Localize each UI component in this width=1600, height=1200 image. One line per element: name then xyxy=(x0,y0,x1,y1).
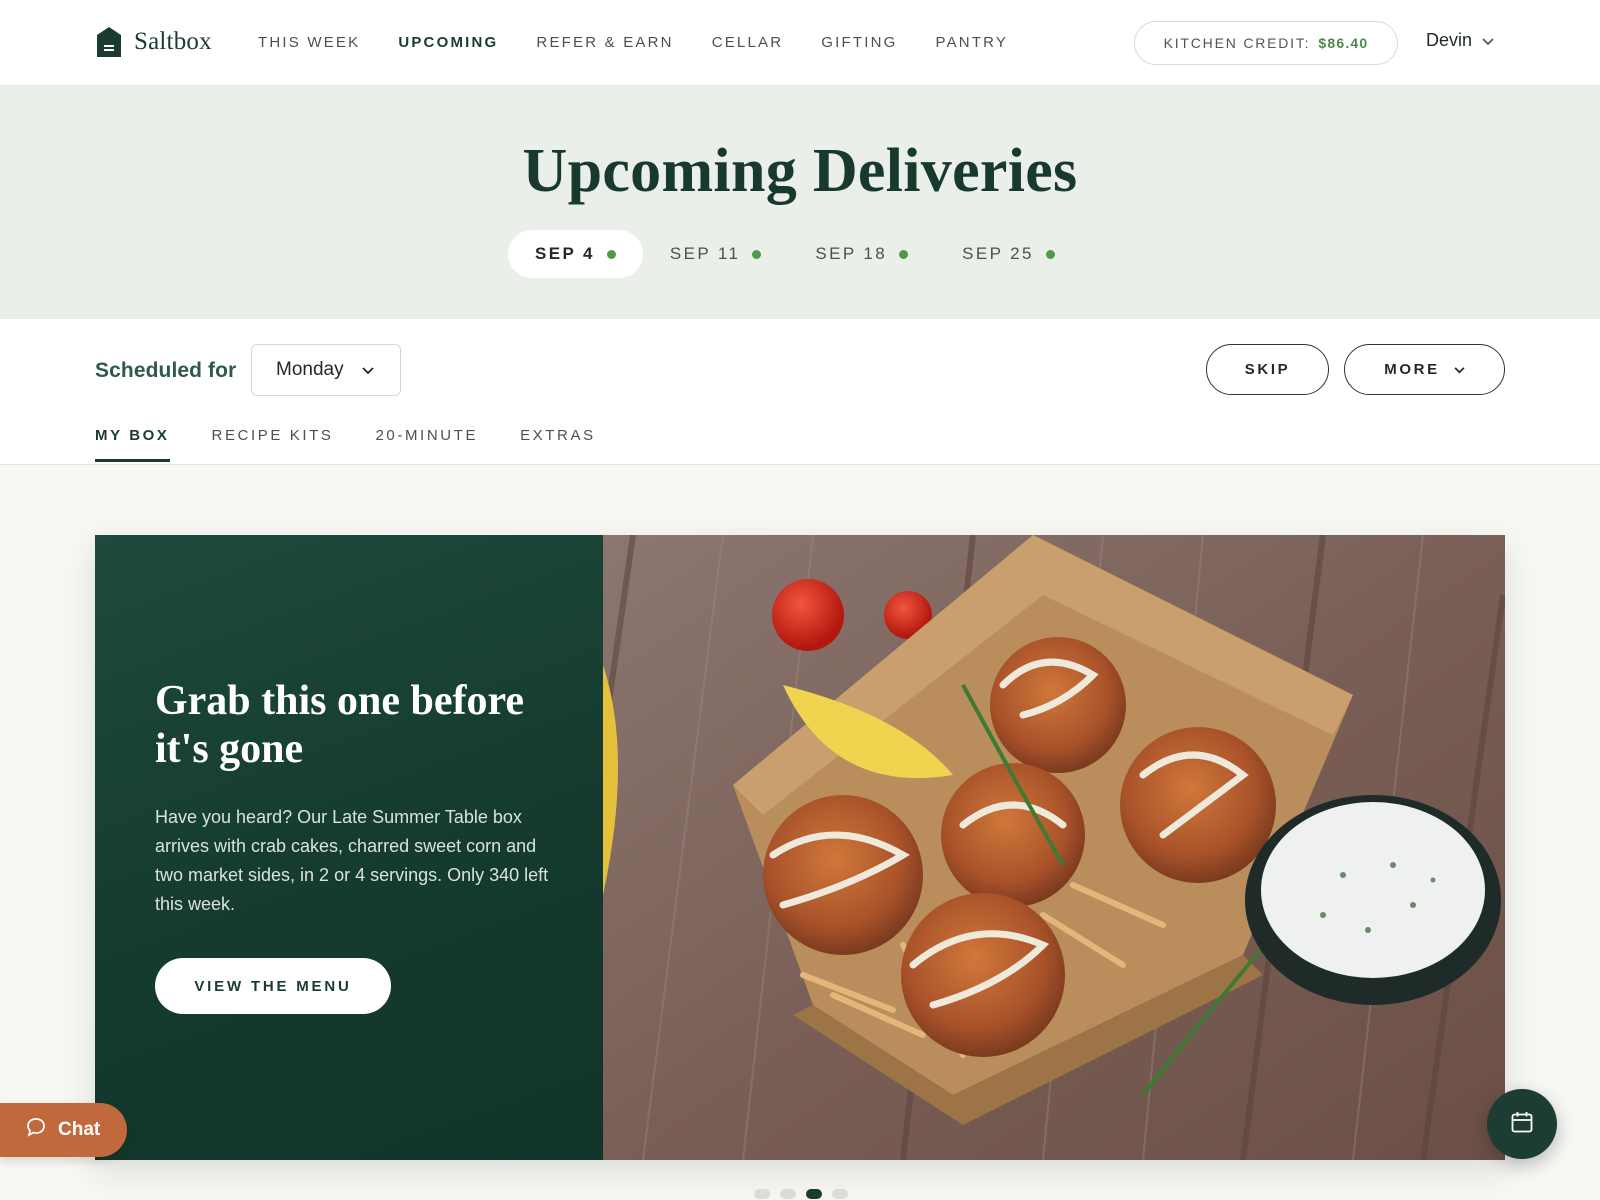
kitchen-credit-label: KITCHEN CREDIT: xyxy=(1163,35,1311,51)
scheduled-for-label: Scheduled for xyxy=(95,359,237,382)
user-menu[interactable]: Devin xyxy=(1426,30,1494,51)
nav-link-gifting[interactable]: GIFTING xyxy=(821,34,897,51)
tab-20-minute[interactable]: 20-MINUTE xyxy=(375,427,478,462)
skip-button-label: SKIP xyxy=(1244,361,1291,378)
more-button[interactable]: MORE xyxy=(1344,344,1505,395)
date-tab-sep-18[interactable]: SEP 18 xyxy=(788,230,935,278)
skip-button[interactable]: SKIP xyxy=(1206,344,1329,395)
nav-link-refer-earn[interactable]: REFER & EARN xyxy=(536,34,673,51)
more-button-label: MORE xyxy=(1384,361,1440,378)
chevron-down-icon xyxy=(1482,30,1494,51)
hero-band: Upcoming Deliveries SEP 4 SEP 11 SEP 18 … xyxy=(0,86,1600,319)
brand-logo[interactable]: Saltbox xyxy=(96,26,212,58)
chat-label: Chat xyxy=(58,1119,101,1140)
delivery-date-tabs: SEP 4 SEP 11 SEP 18 SEP 25 xyxy=(508,230,1082,278)
schedule-bar: Scheduled for Monday SKIP MORE MY BOX RE… xyxy=(0,319,1600,465)
chevron-down-icon xyxy=(1454,361,1465,378)
date-tab-label: SEP 4 xyxy=(535,244,595,263)
carousel-dot[interactable] xyxy=(754,1189,770,1199)
delivery-day-select[interactable]: Monday xyxy=(251,344,401,396)
tab-recipe-kits[interactable]: RECIPE KITS xyxy=(212,427,334,462)
nav-link-upcoming[interactable]: UPCOMING xyxy=(398,34,498,51)
house-logo-icon xyxy=(96,26,122,58)
main-nav: THIS WEEK UPCOMING REFER & EARN CELLAR G… xyxy=(258,34,1008,51)
tab-my-box[interactable]: MY BOX xyxy=(95,427,170,462)
date-tab-sep-25[interactable]: SEP 25 xyxy=(935,230,1082,278)
kitchen-credit-amount: $86.40 xyxy=(1318,35,1369,51)
tab-extras[interactable]: EXTRAS xyxy=(520,427,596,462)
date-tab-sep-4[interactable]: SEP 4 xyxy=(508,230,643,278)
promo-banner: Grab this one before it's gone Have you … xyxy=(95,535,1505,1160)
view-menu-label: VIEW THE MENU xyxy=(194,977,352,995)
top-nav: Saltbox THIS WEEK UPCOMING REFER & EARN … xyxy=(0,0,1600,86)
date-tab-label: SEP 11 xyxy=(669,244,741,263)
view-menu-button[interactable]: VIEW THE MENU xyxy=(155,958,391,1014)
status-dot-icon xyxy=(752,249,762,259)
brand-name: Saltbox xyxy=(134,28,212,55)
calendar-fab-button[interactable] xyxy=(1487,1089,1557,1159)
chevron-down-icon xyxy=(361,359,374,381)
carousel-dot[interactable] xyxy=(832,1189,848,1199)
carousel-dots xyxy=(754,1189,848,1199)
status-dot-icon xyxy=(1045,249,1055,259)
calendar-icon xyxy=(1510,1110,1534,1139)
status-dot-icon xyxy=(606,249,616,259)
carousel-dot-active[interactable] xyxy=(806,1189,822,1199)
nav-link-cellar[interactable]: CELLAR xyxy=(712,34,784,51)
page-title: Upcoming Deliveries xyxy=(522,137,1078,205)
nav-link-pantry[interactable]: PANTRY xyxy=(935,34,1008,51)
date-tab-label: SEP 18 xyxy=(815,244,888,263)
kitchen-credit-badge[interactable]: KITCHEN CREDIT: $86.40 xyxy=(1134,21,1398,65)
nav-link-this-week[interactable]: THIS WEEK xyxy=(258,34,360,51)
speech-bubble-icon xyxy=(26,1117,46,1143)
chat-button[interactable]: Chat xyxy=(0,1103,127,1157)
date-tab-sep-11[interactable]: SEP 11 xyxy=(643,230,788,278)
user-name: Devin xyxy=(1426,30,1473,50)
box-tabs: MY BOX RECIPE KITS 20-MINUTE EXTRAS xyxy=(95,427,596,462)
promo-heading: Grab this one before it's gone xyxy=(155,678,525,772)
delivery-day-value: Monday xyxy=(276,359,344,380)
promo-body: Have you heard? Our Late Summer Table bo… xyxy=(155,807,549,914)
date-tab-label: SEP 25 xyxy=(962,244,1034,263)
status-dot-icon xyxy=(899,249,909,259)
carousel-dot[interactable] xyxy=(780,1189,796,1199)
promo-copy-panel: Grab this one before it's gone Have you … xyxy=(95,535,603,1160)
crab-cakes-photo xyxy=(603,535,1505,1160)
